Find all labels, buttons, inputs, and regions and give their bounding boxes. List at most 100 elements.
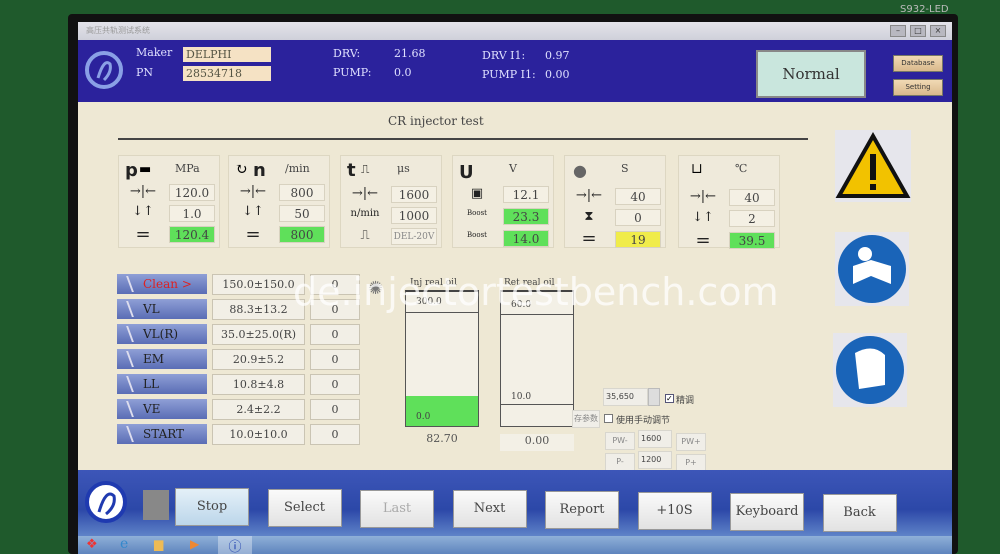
test-step-button[interactable]: VE [117,399,207,419]
pulse-width[interactable]: 1600 [391,186,437,203]
pulse-rpm[interactable]: 1000 [391,207,437,224]
last-button[interactable]: Last [360,489,434,528]
battery-voltage: 12.1 [503,186,549,203]
boost-voltage-2: 14.0 [503,230,549,247]
maker-field: DELPHI [183,47,271,62]
pw-plus-button[interactable]: PW+ [676,433,706,451]
test-result: 0 [310,424,360,445]
page-title: CR injector test [388,114,484,128]
test-step-button[interactable]: VL(R) [117,324,207,344]
minimize-button[interactable]: – [890,25,906,37]
folder-icon[interactable]: ▆ [154,537,163,551]
temperature-unit: ℃ [735,162,748,175]
speed-tolerance[interactable]: 50 [279,205,325,222]
time-actual: 19 [615,231,661,248]
fine-tune-label: 精调 [676,396,695,406]
drive-mode[interactable]: DEL-20V [391,228,437,245]
ret-oil-label: Ret real oil [504,278,555,288]
ret-oil-gauge: 60.0 10.0 [500,290,574,427]
test-step-button[interactable]: VL [117,299,207,319]
tolerance-icon: ↓↑ [692,210,714,225]
hourglass-icon: ⧗ [584,209,594,224]
stop-button[interactable]: Stop [175,488,249,526]
setpoint-icon: →|← [239,184,267,199]
inj-oil-label: Inj real oil [410,278,457,288]
speed-actual: 800 [279,226,325,243]
drv-i1-value: 0.97 [545,49,570,62]
time-setpoint[interactable]: 40 [615,188,661,205]
browser-icon[interactable]: e [120,536,128,552]
inj-max-label: 300.0 [416,297,442,307]
time-elapsed: 0 [615,209,661,226]
pw-field[interactable]: 1600 [638,430,672,448]
time-unit: S [621,162,629,175]
tool-icon[interactable] [143,490,169,520]
voltage-symbol: U [459,162,474,183]
p-minus-button[interactable]: P- [605,453,635,471]
actual-icon: = [135,224,151,245]
speed-symbol: n [253,160,266,181]
maker-label: Maker [136,46,173,59]
read-manual-icon [835,232,909,306]
pulse-icon: ⎍ [361,162,370,176]
test-spec: 20.9±5.2 [212,349,305,370]
test-spec: 2.4±2.2 [212,399,305,420]
ret-oil-value: 0.00 [500,434,574,451]
test-spec: 10.0±10.0 [212,424,305,445]
ret-min-label: 10.0 [511,392,532,402]
pressure-tolerance[interactable]: 1.0 [169,205,215,222]
save-params-button[interactable]: 存参数 [572,410,600,428]
actual-icon: = [581,228,597,249]
test-step-button[interactable]: LL [117,374,207,394]
boost-voltage-1: 23.3 [503,208,549,225]
database-button[interactable]: Database [893,55,943,72]
drv-value: 21.68 [394,47,426,60]
back-button[interactable]: Back [822,493,897,532]
start-icon[interactable]: ❖ [86,537,98,552]
temperature-actual: 39.5 [729,232,775,249]
maximize-button[interactable]: □ [910,25,926,37]
test-result: 0 [310,324,360,345]
setpoint-icon: →|← [129,184,157,199]
pw-minus-button[interactable]: PW- [605,432,635,450]
inj-oil-gauge: 300.0 0.0 [405,290,479,427]
spinbox-arrows[interactable] [648,388,660,406]
temperature-setpoint[interactable]: 40 [729,189,775,206]
header: Maker PN DELPHI 28534718 DRV: 21.68 PUMP… [78,40,952,102]
next-button[interactable]: Next [452,490,527,529]
setpoint-icon: →|← [689,189,717,204]
test-result: 0 [310,374,360,395]
voltage-unit: V [509,162,517,175]
actual-icon: = [695,230,711,251]
keyboard-button[interactable]: Keyboard [730,492,804,531]
app-taskbar-icon[interactable]: ⓘ [218,536,252,554]
status-display: Normal [756,50,866,98]
battery-icon: ▣ [470,186,484,201]
close-button[interactable]: × [930,25,946,37]
10s-button[interactable]: +10S [637,492,712,530]
rotation-icon: ↻ [235,160,248,178]
pressure-setpoint[interactable]: 120.0 [169,184,215,201]
manual-adjust-checkbox[interactable] [604,414,613,423]
select-button[interactable]: Select [267,488,342,527]
test-step-button[interactable]: EM [117,349,207,369]
drv-i1-label: DRV I1: [482,49,526,62]
pressure-unit: MPa [175,162,200,175]
fine-tune-checkbox[interactable]: ✓ [665,394,674,403]
pump-i1-value: 0.00 [545,68,570,81]
speed-setpoint[interactable]: 800 [279,184,325,201]
temperature-tolerance[interactable]: 2 [729,210,775,227]
setting-button[interactable]: Setting [893,79,943,96]
test-step-button[interactable]: START [117,424,207,444]
media-player-icon[interactable]: ▶ [190,537,199,551]
pressure-actual: 120.4 [169,226,215,243]
test-step-button[interactable]: Clean > [117,274,207,294]
adjust-spinbox[interactable]: 35,650 [603,388,648,406]
test-result: 0 [310,349,360,370]
ret-max-label: 60.0 [511,300,532,310]
p-field[interactable]: 1200 [638,451,672,469]
clock-icon: ● [573,161,587,180]
screen: 高压共轨测试系统 – □ × Maker PN DELPHI 28534718 … [78,22,952,554]
report-button[interactable]: Report [545,491,619,530]
test-result: 0 [310,299,360,320]
